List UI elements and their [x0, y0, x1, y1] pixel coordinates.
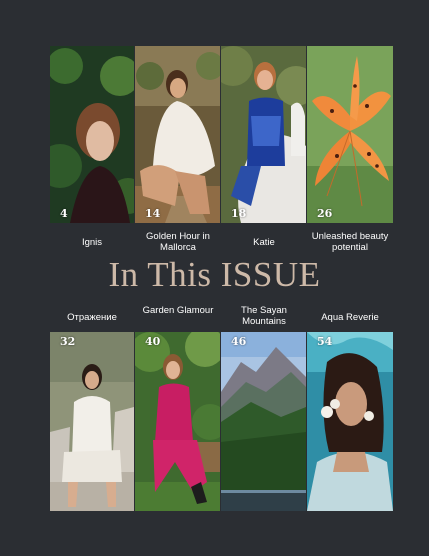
article-thumb-aqua-reverie[interactable]: 54 [307, 332, 393, 511]
page-number: 14 [145, 207, 161, 220]
page-number: 54 [317, 335, 333, 348]
page-number: 4 [60, 207, 68, 220]
portrait-photo-icon [50, 46, 134, 223]
article-title[interactable]: Garden Glamour [140, 305, 216, 316]
page-number: 26 [317, 207, 333, 220]
article-title[interactable]: Ignis [50, 237, 134, 248]
article-title[interactable]: The Sayan Mountains [222, 305, 306, 327]
article-title[interactable]: Golden Hour in Mallorca [136, 231, 220, 253]
article-thumb-otrazhenie[interactable]: 32 [50, 332, 134, 511]
page-number: 18 [231, 207, 247, 220]
page-title: In This ISSUE [108, 255, 321, 294]
article-thumb-unleashed-beauty[interactable]: 26 [307, 46, 393, 223]
article-title[interactable]: Отражение [50, 312, 134, 323]
contents-page: 4 14 18 26 Ignis Golden Hour in Mallorca… [0, 0, 429, 556]
page-number: 40 [145, 335, 161, 348]
article-title[interactable]: Aqua Reverie [308, 312, 392, 323]
article-title[interactable]: Unleashed beauty potential [300, 231, 400, 253]
article-thumb-sayan-mountains[interactable]: 46 [221, 332, 306, 511]
article-thumb-ignis[interactable]: 4 [50, 46, 134, 223]
landscape-photo-icon [221, 332, 306, 511]
article-title[interactable]: Katie [222, 237, 306, 248]
flower-photo-icon [307, 46, 393, 223]
portrait-photo-icon [50, 332, 134, 511]
article-thumb-katie[interactable]: 18 [221, 46, 306, 223]
article-thumb-golden-hour[interactable]: 14 [135, 46, 220, 223]
portrait-photo-icon [135, 332, 220, 511]
article-thumb-garden-glamour[interactable]: 40 [135, 332, 220, 511]
portrait-photo-icon [135, 46, 220, 223]
portrait-photo-icon [307, 332, 393, 511]
portrait-photo-icon [221, 46, 306, 223]
page-number: 32 [60, 335, 76, 348]
page-number: 46 [231, 335, 247, 348]
